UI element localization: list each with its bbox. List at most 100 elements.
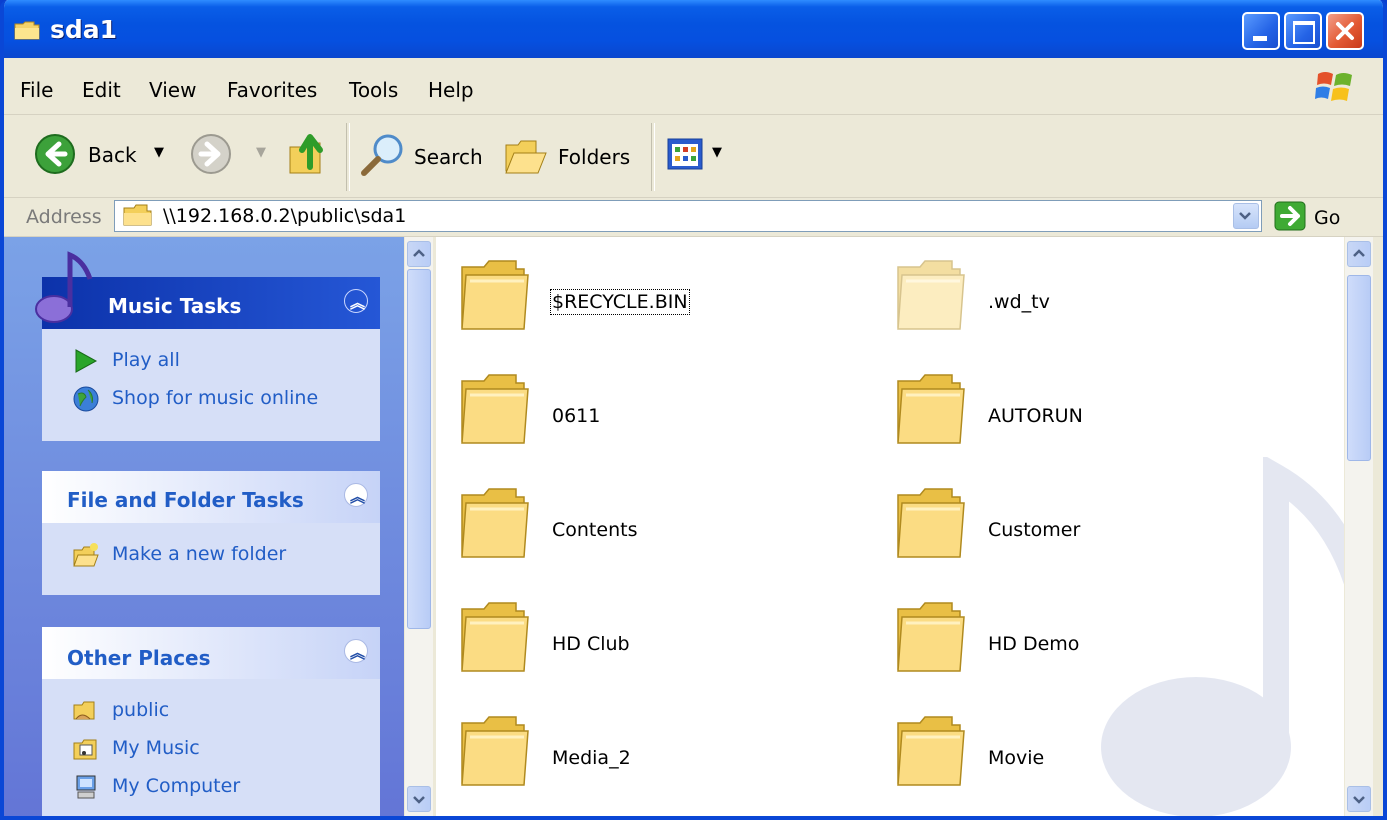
computer-icon (76, 775, 96, 799)
menu-help[interactable]: Help (428, 78, 474, 102)
double-chevron-up-icon: ︽ (350, 644, 366, 662)
other-places-header[interactable]: Other Places ︽ (42, 627, 380, 679)
close-button[interactable] (1326, 12, 1364, 50)
scroll-down-button[interactable] (407, 786, 431, 812)
folder-up-icon (289, 134, 323, 174)
scroll-thumb[interactable] (407, 269, 431, 629)
task-pane-scrollbar[interactable] (405, 237, 433, 816)
folder-name: Customer (988, 519, 1081, 541)
scroll-up-button[interactable] (1347, 241, 1371, 267)
folder-item[interactable]: AUTORUN (872, 369, 1232, 459)
folder-item[interactable]: 0611 (436, 369, 796, 459)
chevron-up-icon (1353, 249, 1365, 257)
menu-favorites[interactable]: Favorites (227, 78, 317, 102)
up-button[interactable] (286, 129, 336, 179)
task-pane: Music Tasks ︽ Play all Shop for music on… (4, 237, 404, 816)
folder-name: HD Demo (988, 633, 1080, 655)
folder-item[interactable]: Customer (872, 483, 1232, 573)
task-shop-music-label: Shop for music online (112, 387, 319, 409)
search-button[interactable]: Search (360, 131, 488, 179)
network-folder-icon (123, 204, 152, 226)
menu-tools[interactable]: Tools (349, 78, 398, 102)
back-dropdown-icon[interactable]: ▼ (154, 145, 164, 160)
address-dropdown-button[interactable] (1233, 203, 1259, 229)
minimize-button[interactable] (1242, 12, 1280, 50)
address-bar: Address \\192.168.0.2\public\sda1 Go (4, 198, 1383, 237)
scroll-up-button[interactable] (407, 241, 431, 267)
folder-item[interactable]: Contents (436, 483, 796, 573)
menu-edit[interactable]: Edit (82, 78, 121, 102)
views-dropdown-icon[interactable]: ▼ (712, 145, 722, 160)
file-folder-tasks-title: File and Folder Tasks (67, 488, 304, 512)
folder-name: .wd_tv (988, 291, 1050, 313)
double-chevron-up-icon: ︽ (350, 488, 366, 506)
folder-name: Contents (552, 519, 638, 541)
folder-item[interactable]: HD Demo (872, 597, 1232, 687)
folder-item[interactable]: Media_2 (436, 711, 796, 801)
other-places-panel: Other Places ︽ public My Music My Comput… (42, 627, 380, 816)
play-icon (75, 349, 98, 373)
maximize-icon (1293, 21, 1315, 44)
scroll-down-button[interactable] (1347, 786, 1371, 812)
music-note-icon (35, 251, 93, 323)
folder-item[interactable]: Movie (872, 711, 1232, 801)
new-folder-icon (73, 543, 99, 567)
folder-name: AUTORUN (988, 405, 1083, 427)
globe-icon (73, 386, 99, 412)
folders-button[interactable]: Folders (504, 131, 638, 179)
go-arrow-icon (1274, 201, 1306, 231)
collapse-button[interactable]: ︽ (344, 639, 368, 663)
folder-icon (461, 260, 529, 330)
folder-name: 0611 (552, 405, 601, 427)
other-places-title: Other Places (67, 646, 211, 670)
file-folder-tasks-header[interactable]: File and Folder Tasks ︽ (42, 471, 380, 523)
chevron-down-icon (1239, 212, 1251, 220)
folder-item[interactable]: $RECYCLE.BIN (436, 255, 796, 345)
toolbar-separator (346, 123, 350, 191)
folders-label: Folders (558, 145, 631, 169)
folder-icon (461, 488, 529, 558)
file-folder-tasks-panel: File and Folder Tasks ︽ Make a new folde… (42, 471, 380, 595)
chevron-up-icon (413, 249, 425, 257)
menu-view[interactable]: View (149, 78, 196, 102)
views-button[interactable]: ▼ (666, 135, 730, 175)
windows-logo-icon (1315, 72, 1352, 101)
back-arrow-icon (35, 134, 75, 174)
file-list-scrollbar[interactable] (1345, 237, 1373, 816)
folder-name: Media_2 (552, 747, 631, 769)
menu-file[interactable]: File (20, 78, 53, 102)
place-public-label: public (112, 699, 170, 721)
collapse-button[interactable]: ︽ (344, 483, 368, 507)
double-chevron-up-icon: ︽ (350, 294, 366, 312)
forward-button[interactable]: ▼ (190, 133, 270, 177)
folder-item[interactable]: HD Club (436, 597, 796, 687)
back-button[interactable]: Back ▼ (34, 133, 174, 177)
menu-bar: File Edit View Favorites Tools Help (4, 58, 1383, 115)
shared-folder-icon (73, 701, 95, 720)
views-icon (667, 138, 703, 170)
address-text: \\192.168.0.2\public\sda1 (163, 205, 407, 227)
address-input[interactable]: \\192.168.0.2\public\sda1 (114, 200, 1262, 232)
collapse-button[interactable]: ︽ (344, 289, 368, 313)
go-button[interactable]: Go (1274, 201, 1340, 235)
standard-toolbar: Back ▼ ▼ Search Folders ▼ (4, 115, 1383, 198)
place-my-music-label: My Music (112, 737, 200, 759)
scroll-thumb[interactable] (1347, 275, 1371, 461)
back-label: Back (88, 143, 137, 167)
folder-icon (897, 716, 965, 786)
minimize-icon (1253, 36, 1267, 41)
my-music-folder-icon (73, 739, 97, 760)
window-title: sda1 (50, 15, 118, 44)
title-bar[interactable]: sda1 (4, 0, 1383, 58)
maximize-button[interactable] (1284, 12, 1322, 50)
music-tasks-title: Music Tasks (108, 294, 242, 318)
folder-item[interactable]: .wd_tv (872, 255, 1232, 345)
chevron-down-icon (413, 796, 425, 804)
search-icon (361, 134, 403, 176)
place-my-computer-label: My Computer (112, 775, 241, 797)
folder-icon (897, 602, 965, 672)
chevron-down-icon (1353, 796, 1365, 804)
file-list-view[interactable]: $RECYCLE.BIN .wd_tv 0611 AUTORUN Contents Cus… (436, 237, 1344, 816)
forward-arrow-icon (191, 134, 231, 174)
forward-dropdown-icon[interactable]: ▼ (256, 145, 266, 160)
